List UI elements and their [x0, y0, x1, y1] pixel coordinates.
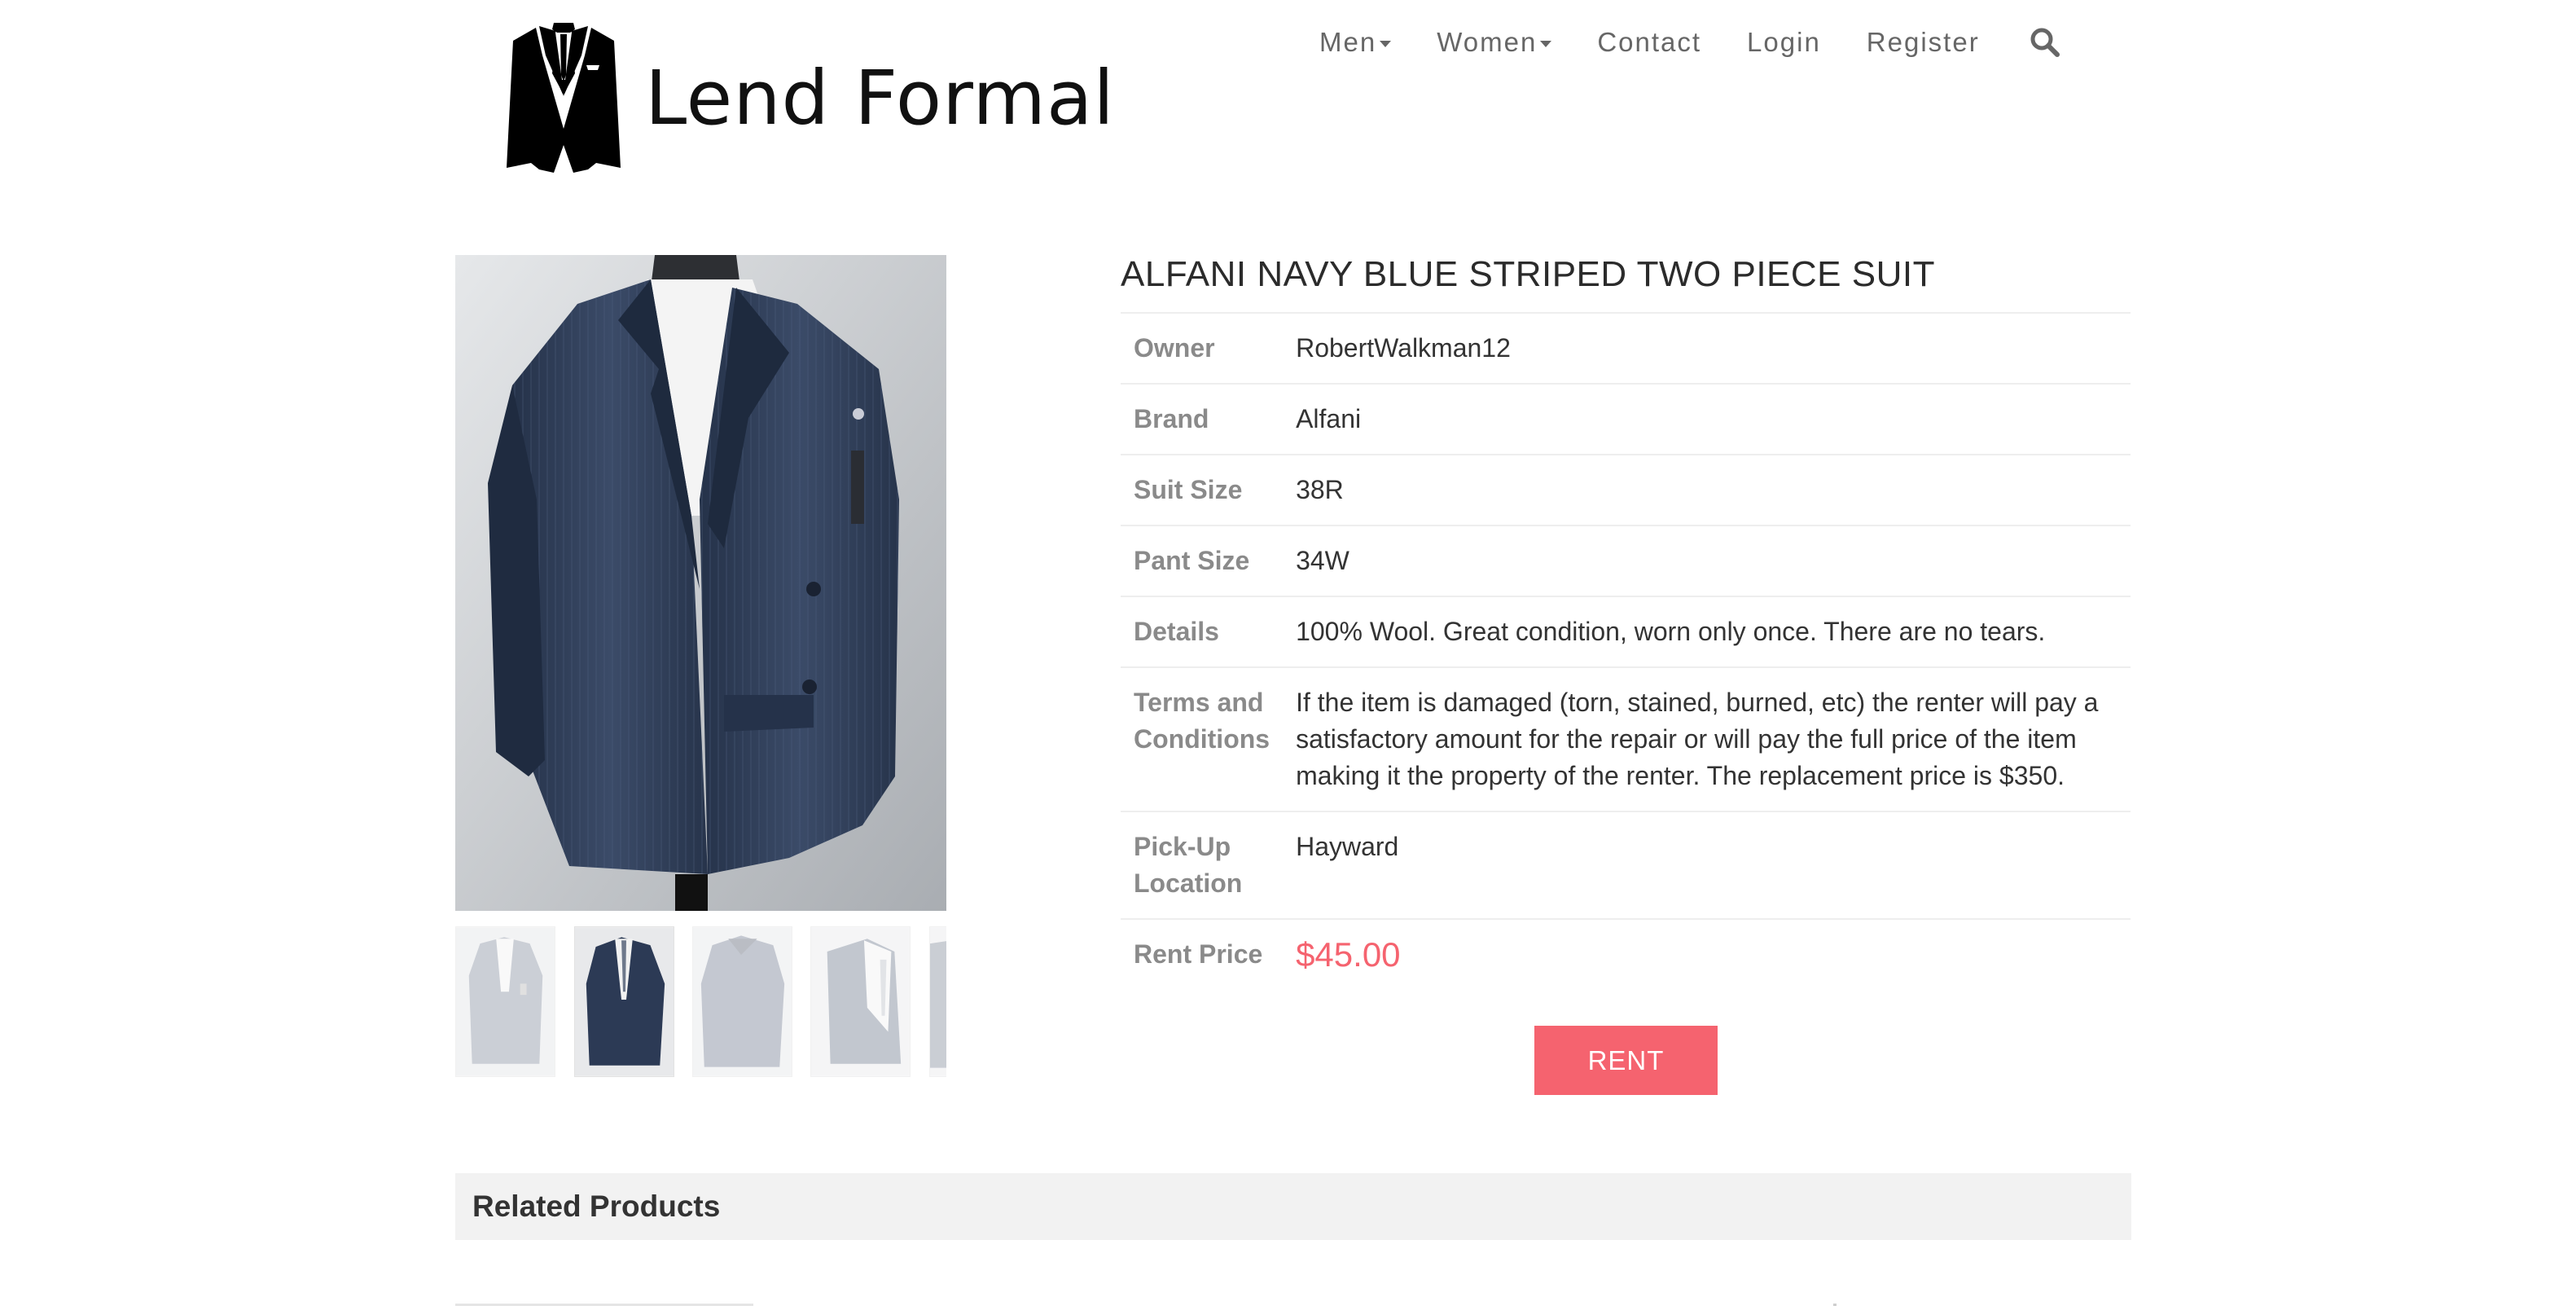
detail-label: Details — [1121, 596, 1284, 667]
nav-item-register[interactable]: Register — [1867, 27, 1980, 58]
thumbnail-3[interactable] — [692, 926, 792, 1077]
detail-row-terms: Terms and Conditions If the item is dama… — [1121, 666, 2131, 811]
detail-row-details: Details 100% Wool. Great condition, worn… — [1121, 596, 2131, 667]
caret-down-icon — [1540, 41, 1552, 47]
brand-name: Lend Formal — [645, 55, 1115, 142]
nav-item-label: Register — [1866, 27, 1980, 57]
detail-row-suit-size: Suit Size 38R — [1121, 454, 2131, 525]
search-icon[interactable] — [2029, 26, 2061, 59]
detail-row-brand: Brand Alfani — [1121, 383, 2131, 455]
logo[interactable]: Lend Formal — [507, 23, 1115, 174]
nav-item-men[interactable]: Men — [1319, 27, 1392, 58]
product-main-image — [455, 255, 946, 911]
nav-item-label: Contact — [1597, 27, 1702, 57]
thumbnail-strip — [455, 926, 946, 1077]
detail-value: $45.00 — [1283, 918, 2131, 992]
nav-item-login[interactable]: Login — [1747, 27, 1821, 58]
tuxedo-jacket-icon — [507, 23, 621, 173]
related-products-title: Related Products — [472, 1189, 721, 1223]
detail-value: 38R — [1283, 454, 2131, 525]
detail-value: 100% Wool. Great condition, worn only on… — [1283, 596, 2131, 667]
detail-label: Terms and Conditions — [1121, 666, 1284, 811]
detail-label: Rent Price — [1121, 918, 1284, 992]
main-nav: Men Women Contact Login Register — [1319, 21, 2061, 64]
rent-price: $45.00 — [1296, 935, 1401, 974]
detail-label: Suit Size — [1121, 454, 1284, 525]
product-details-table: Owner RobertWalkman12 Brand Alfani Suit … — [1121, 312, 2131, 992]
thumbnail-1[interactable] — [455, 926, 555, 1077]
nav-item-label: Login — [1747, 27, 1821, 57]
detail-value: Hayward — [1283, 811, 2131, 919]
detail-row-rent-price: Rent Price $45.00 — [1121, 918, 2131, 992]
rent-button[interactable]: RENT — [1534, 1026, 1718, 1095]
detail-label: Pick-Up Location — [1121, 811, 1284, 919]
detail-label: Pant Size — [1121, 525, 1284, 596]
detail-label: Owner — [1121, 312, 1284, 384]
thumbnail-4[interactable] — [810, 926, 911, 1077]
nav-item-label: Men — [1319, 27, 1377, 57]
detail-row-owner: Owner RobertWalkman12 — [1121, 312, 2131, 384]
detail-value: If the item is damaged (torn, stained, b… — [1283, 666, 2131, 811]
detail-row-pant-size: Pant Size 34W — [1121, 525, 2131, 596]
nav-item-women[interactable]: Women — [1437, 27, 1552, 58]
detail-label: Brand — [1121, 383, 1284, 455]
nav-item-label: Women — [1437, 27, 1538, 57]
thumbnail-5[interactable] — [929, 926, 946, 1077]
detail-value: Alfani — [1283, 383, 2131, 455]
detail-value: 34W — [1283, 525, 2131, 596]
product-title: ALFANI NAVY BLUE STRIPED TWO PIECE SUIT — [1121, 254, 1935, 294]
thumbnail-2[interactable] — [574, 926, 674, 1077]
product-page: Lend Formal Men Women Contact Login Regi… — [0, 0, 2576, 1306]
detail-row-pickup-location: Pick-Up Location Hayward — [1121, 811, 2131, 919]
detail-value: RobertWalkman12 — [1283, 312, 2131, 384]
nav-item-contact[interactable]: Contact — [1597, 27, 1701, 58]
suit-jacket-photo — [455, 255, 946, 911]
caret-down-icon — [1380, 41, 1392, 47]
related-products-header: Related Products — [455, 1173, 2131, 1240]
